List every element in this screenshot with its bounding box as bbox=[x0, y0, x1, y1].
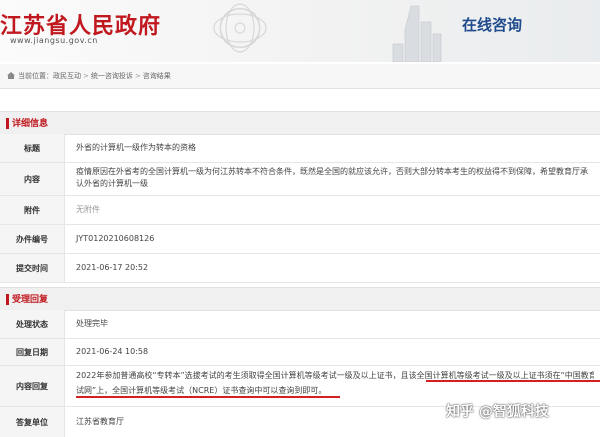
row-label: 答复单位 bbox=[0, 407, 65, 437]
detail-row-content: 内容 疫情原因在外省考的全国计算机一级为何江苏转本不符合条件，既然是全国的就应该… bbox=[0, 163, 600, 196]
highlight-underline bbox=[426, 380, 600, 382]
row-label: 办件编号 bbox=[0, 225, 65, 253]
home-icon bbox=[7, 72, 15, 79]
row-value: 疫情原因在外省考的全国计算机一级为何江苏转本不符合条件，既然是全国的就应该允许，… bbox=[76, 167, 588, 188]
breadcrumb-label: 当前位置： bbox=[18, 72, 53, 80]
detail-row-title: 标题 外省的计算机一级作为转本的资格 bbox=[0, 134, 600, 163]
row-value: 外省的计算机一级作为转本的资格 bbox=[76, 143, 196, 152]
breadcrumb-item-consult[interactable]: 统一咨询投诉 bbox=[91, 72, 133, 80]
breadcrumb: 当前位置：政民互动 > 统一咨询投诉 > 咨询结果 bbox=[0, 64, 600, 89]
row-label: 附件 bbox=[0, 196, 65, 224]
reply-section-title: 受理回复 bbox=[12, 295, 49, 305]
detail-row-submit-time: 提交时间 2021-06-17 20:52 bbox=[0, 254, 600, 283]
row-label: 内容 bbox=[0, 163, 65, 195]
row-value: 2021-06-24 10:58 bbox=[76, 347, 149, 356]
reply-row-date: 回复日期 2021-06-24 10:58 bbox=[0, 339, 600, 366]
reply-row-status: 处理状态 处理完毕 bbox=[0, 310, 600, 339]
page-section-title: 在线咨询 bbox=[462, 16, 523, 34]
row-label: 回复日期 bbox=[0, 339, 65, 365]
breadcrumb-item-result[interactable]: 咨询结果 bbox=[143, 72, 171, 80]
decorative-flower-image bbox=[213, 3, 267, 53]
detail-row-case-number: 办件编号 JYT0120210608126 bbox=[0, 225, 600, 254]
watermark: 知乎 @智狐科技 bbox=[446, 404, 549, 420]
detail-row-attachment: 附件 无附件 bbox=[0, 196, 600, 225]
row-value: 无附件 bbox=[76, 205, 100, 214]
row-value: 处理完毕 bbox=[76, 319, 108, 328]
detail-section-header: 详细信息 bbox=[0, 111, 600, 135]
detail-section-title: 详细信息 bbox=[12, 119, 49, 129]
row-label: 标题 bbox=[0, 134, 65, 162]
reply-section-header: 受理回复 bbox=[0, 287, 600, 311]
row-label: 提交时间 bbox=[0, 254, 65, 282]
row-value: JYT0120210608126 bbox=[76, 234, 155, 243]
site-url: www.jiangsu.gov.cn bbox=[10, 36, 98, 45]
row-label: 处理状态 bbox=[0, 310, 65, 338]
row-value: 2021-06-17 20:52 bbox=[76, 263, 149, 272]
highlight-underline bbox=[76, 396, 340, 398]
decorative-building-image bbox=[392, 5, 442, 62]
site-header: 江苏省人民政府 www.jiangsu.gov.cn 在线咨询 bbox=[0, 0, 600, 62]
breadcrumb-item-interaction[interactable]: 政民互动 bbox=[53, 72, 81, 80]
row-label: 内容回复 bbox=[0, 366, 65, 406]
